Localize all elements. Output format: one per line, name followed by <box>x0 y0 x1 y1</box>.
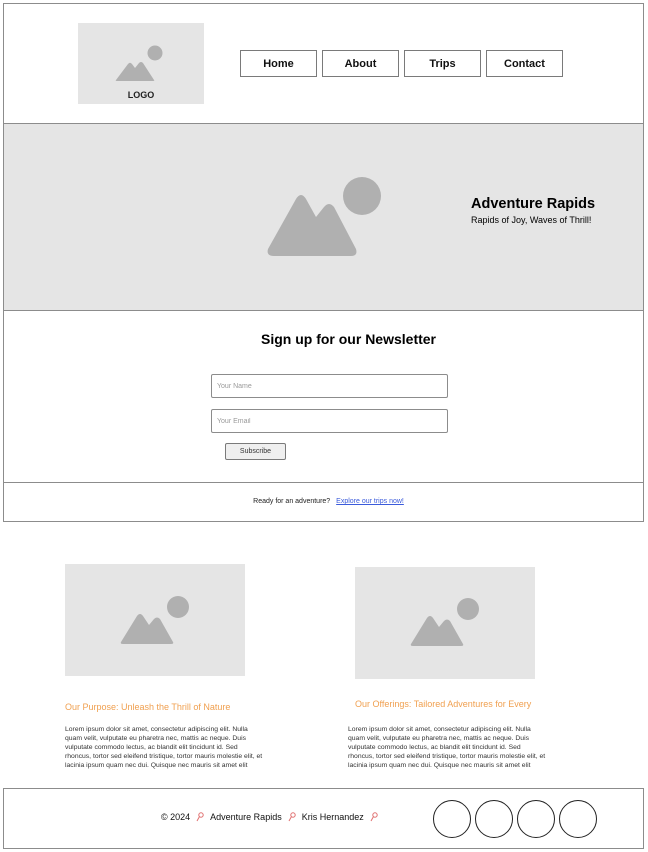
image-placeholder-icon <box>120 596 189 644</box>
nav-home-button[interactable]: Home <box>240 50 317 77</box>
social-icon-1[interactable] <box>433 800 471 838</box>
email-input[interactable] <box>211 409 448 433</box>
pin-icon <box>370 812 378 822</box>
newsletter-title: Sign up for our Newsletter <box>260 331 436 347</box>
feature-image-offerings <box>355 567 535 679</box>
feature-title-offerings: Our Offerings: Tailored Adventures for E… <box>355 699 532 709</box>
hero-title: Adventure Rapids <box>471 196 596 212</box>
footer-brand: Adventure Rapids <box>210 812 282 822</box>
logo-text: LOGO <box>127 90 155 100</box>
logo[interactable]: LOGO <box>78 23 204 104</box>
name-input[interactable] <box>211 374 448 398</box>
social-icon-4[interactable] <box>559 800 597 838</box>
feature-body-purpose: Lorem ipsum dolor sit amet, consectetur … <box>65 726 263 769</box>
hero-image-placeholder-icon <box>267 177 381 256</box>
hero-banner: Adventure Rapids Rapids of Joy, Waves of… <box>3 124 644 310</box>
copyright-text: © 2024 <box>161 812 191 822</box>
pin-icon <box>288 812 296 822</box>
nav-about-button[interactable]: About <box>322 50 399 77</box>
site-footer: © 2024 Adventure Rapids Kris Hernandez <box>3 788 644 849</box>
social-icon-3[interactable] <box>517 800 555 838</box>
feature-image-purpose <box>65 564 245 676</box>
nav-trips-button[interactable]: Trips <box>404 50 481 77</box>
image-placeholder-icon <box>115 45 163 81</box>
explore-trips-link[interactable]: Explore our trips now! <box>336 498 404 505</box>
social-icon-2[interactable] <box>475 800 513 838</box>
site-header: LOGO Home About Trips Contact <box>3 3 644 124</box>
cta-text: Ready for an adventure? <box>253 498 331 505</box>
cta-row: Ready for an adventure? Explore our trip… <box>4 498 643 505</box>
feature-title-purpose: Our Purpose: Unleash the Thrill of Natur… <box>65 702 231 712</box>
footer-author: Kris Hernandez <box>301 812 364 822</box>
footer-credits: © 2024 Adventure Rapids Kris Hernandez <box>161 812 378 822</box>
nav-contact-button[interactable]: Contact <box>486 50 563 77</box>
subscribe-button[interactable]: Subscribe <box>225 443 286 460</box>
newsletter-section: Sign up for our Newsletter Subscribe <box>3 310 644 483</box>
pin-icon <box>196 812 204 822</box>
image-placeholder-icon <box>410 598 479 646</box>
feature-body-offerings: Lorem ipsum dolor sit amet, consectetur … <box>348 726 546 769</box>
hero-tagline: Rapids of Joy, Waves of Thrill! <box>471 215 592 225</box>
cta-bar: Ready for an adventure? Explore our trip… <box>3 482 644 522</box>
